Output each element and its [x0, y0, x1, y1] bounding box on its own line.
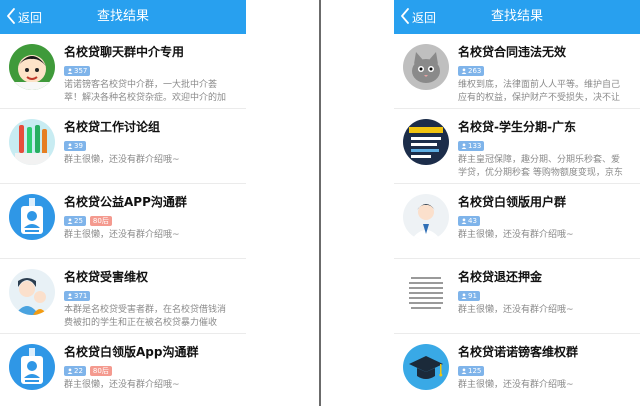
group-description: 群主很懒，还没有群介绍哦~ — [64, 230, 180, 240]
member-count-badge: 357 — [64, 66, 91, 76]
member-count: 39 — [74, 142, 83, 150]
screen-right: 返回 查找结果名校贷合同违法无效 263 维权到底，法律面前人人平等。维护自己应有的权… — [394, 0, 640, 406]
group-result-row[interactable]: 名校贷合同违法无效 263 维权到底，法律面前人人平等。维护自己应有的权益，保护财产… — [394, 34, 640, 109]
id-badge-avatar — [9, 344, 55, 390]
group-result-row[interactable]: 名校贷受害维权 371 本群是名校贷受害者群，在名校贷借钱消费被扣的学生和正在被名校… — [0, 259, 246, 334]
member-count-badge: 91 — [458, 291, 480, 301]
group-result-row[interactable]: 名校贷公益APP沟通群 25 80后群主很懒，还没有群介绍哦~ — [0, 184, 246, 259]
group-description: 维权到底，法律面前人人平等。维护自己应有的权益，保护财产不受损失，决不让 — [458, 80, 621, 103]
member-count: 43 — [468, 217, 477, 225]
group-name: 名校贷公益APP沟通群 — [64, 195, 187, 209]
person-icon — [461, 67, 468, 75]
person-icon — [67, 367, 74, 375]
member-count-badge: 39 — [64, 141, 86, 151]
person-icon — [67, 67, 74, 75]
group-description: 诺诺镑客名校贷中介群，一大批中介荟萃！解决各种名校贷杂症。欢迎中介的加 — [64, 80, 227, 103]
person-icon — [461, 217, 468, 225]
navigation-bar: 返回 查找结果 — [394, 0, 640, 34]
family-avatar — [9, 269, 55, 315]
member-count-badge: 22 — [64, 366, 86, 376]
group-name: 名校贷工作讨论组 — [64, 120, 161, 134]
group-name: 名校贷-学生分期-广东 — [458, 120, 576, 134]
person-icon — [461, 292, 468, 300]
group-name: 名校贷白领版用户群 — [458, 195, 567, 209]
member-count: 263 — [468, 67, 482, 75]
chevron-left-icon — [6, 7, 16, 27]
person-icon — [461, 142, 468, 150]
member-count-badge: 133 — [458, 141, 485, 151]
group-name: 名校贷合同违法无效 — [458, 45, 567, 59]
group-description: 群主很懒，还没有群介绍哦~ — [458, 380, 574, 390]
group-result-row[interactable]: 名校贷诺诺镑客维权群 125 群主很懒，还没有群介绍哦~ — [394, 334, 640, 406]
age-tag: 80后 — [89, 216, 112, 226]
panel-divider — [319, 0, 321, 406]
group-tags: 357 — [64, 66, 91, 76]
member-count-badge: 25 — [64, 216, 86, 226]
member-count: 133 — [468, 142, 482, 150]
toothbrush-avatar — [9, 119, 55, 165]
back-button[interactable]: 返回 — [6, 0, 42, 34]
member-count: 22 — [74, 367, 83, 375]
screen-left: 返回 查找结果名校贷聊天群中介专用 357 诺诺镑客名校贷中介群，一大批中介荟萃！解决… — [0, 0, 246, 406]
group-description: 本群是名校贷受害者群，在名校贷借钱消费被扣的学生和正在被名校贷暴力催收 — [64, 305, 227, 328]
back-label: 返回 — [412, 10, 437, 25]
person-icon — [67, 217, 74, 225]
person-icon — [461, 367, 468, 375]
results-list: 名校贷聊天群中介专用 357 诺诺镑客名校贷中介群，一大批中介荟萃！解决各种名校贷杂… — [0, 34, 246, 406]
age-tag: 80后 — [89, 366, 112, 376]
group-tags: 371 — [64, 291, 91, 301]
member-count: 91 — [468, 292, 477, 300]
group-tags: 125 — [458, 366, 485, 376]
group-description: 群主皇冠保障，趣分期、分期乐秒套、爱学贷，优分期秒套 等购物额度变现，京东 — [458, 155, 623, 178]
group-result-row[interactable]: 名校贷白领版App沟通群 22 80后群主很懒，还没有群介绍哦~ — [0, 334, 246, 406]
group-tags: 263 — [458, 66, 485, 76]
navigation-bar: 返回 查找结果 — [0, 0, 246, 34]
group-tags: 25 80后 — [64, 216, 112, 226]
group-result-row[interactable]: 名校贷白领版用户群 43 群主很懒，还没有群介绍哦~ — [394, 184, 640, 259]
graduation-cap-avatar — [403, 344, 449, 390]
group-description: 群主很懒，还没有群介绍哦~ — [458, 305, 574, 315]
member-count: 125 — [468, 367, 482, 375]
group-name: 名校贷聊天群中介专用 — [64, 45, 185, 59]
results-list: 名校贷合同违法无效 263 维权到底，法律面前人人平等。维护自己应有的权益，保护财产… — [394, 34, 640, 406]
group-name: 名校贷诺诺镑客维权群 — [458, 345, 579, 359]
member-count-badge: 125 — [458, 366, 485, 376]
member-count-badge: 371 — [64, 291, 91, 301]
group-name: 名校贷退还押金 — [458, 270, 543, 284]
person-icon — [67, 142, 74, 150]
group-result-row[interactable]: 名校贷-学生分期-广东 133 群主皇冠保障，趣分期、分期乐秒套、爱学贷，优分期秒套… — [394, 109, 640, 184]
group-result-row[interactable]: 名校贷工作讨论组 39 群主很懒，还没有群介绍哦~ — [0, 109, 246, 184]
cartoon-boy-avatar — [9, 44, 55, 90]
chevron-left-icon — [400, 7, 410, 27]
group-result-row[interactable]: 名校贷聊天群中介专用 357 诺诺镑客名校贷中介群，一大批中介荟萃！解决各种名校贷杂… — [0, 34, 246, 109]
group-description: 群主很懒，还没有群介绍哦~ — [64, 155, 180, 165]
ad-poster-avatar — [403, 119, 449, 165]
group-tags: 22 80后 — [64, 366, 112, 376]
member-count: 371 — [74, 292, 88, 300]
group-tags: 91 — [458, 291, 480, 301]
person-icon — [67, 292, 74, 300]
text-document-avatar — [403, 269, 449, 315]
back-button[interactable]: 返回 — [400, 0, 436, 34]
group-description: 群主很懒，还没有群介绍哦~ — [458, 230, 574, 240]
group-result-row[interactable]: 名校贷退还押金 91 群主很懒，还没有群介绍哦~ — [394, 259, 640, 334]
group-tags: 39 — [64, 141, 86, 151]
businessman-avatar — [403, 194, 449, 240]
member-count-badge: 263 — [458, 66, 485, 76]
group-tags: 43 — [458, 216, 480, 226]
group-tags: 133 — [458, 141, 485, 151]
group-description: 群主很懒，还没有群介绍哦~ — [64, 380, 180, 390]
back-label: 返回 — [18, 10, 43, 25]
member-count: 357 — [74, 67, 88, 75]
group-name: 名校贷白领版App沟通群 — [64, 345, 199, 359]
member-count-badge: 43 — [458, 216, 480, 226]
id-badge-avatar — [9, 194, 55, 240]
group-name: 名校贷受害维权 — [64, 270, 149, 284]
cat-photo-avatar — [403, 44, 449, 90]
member-count: 25 — [74, 217, 83, 225]
